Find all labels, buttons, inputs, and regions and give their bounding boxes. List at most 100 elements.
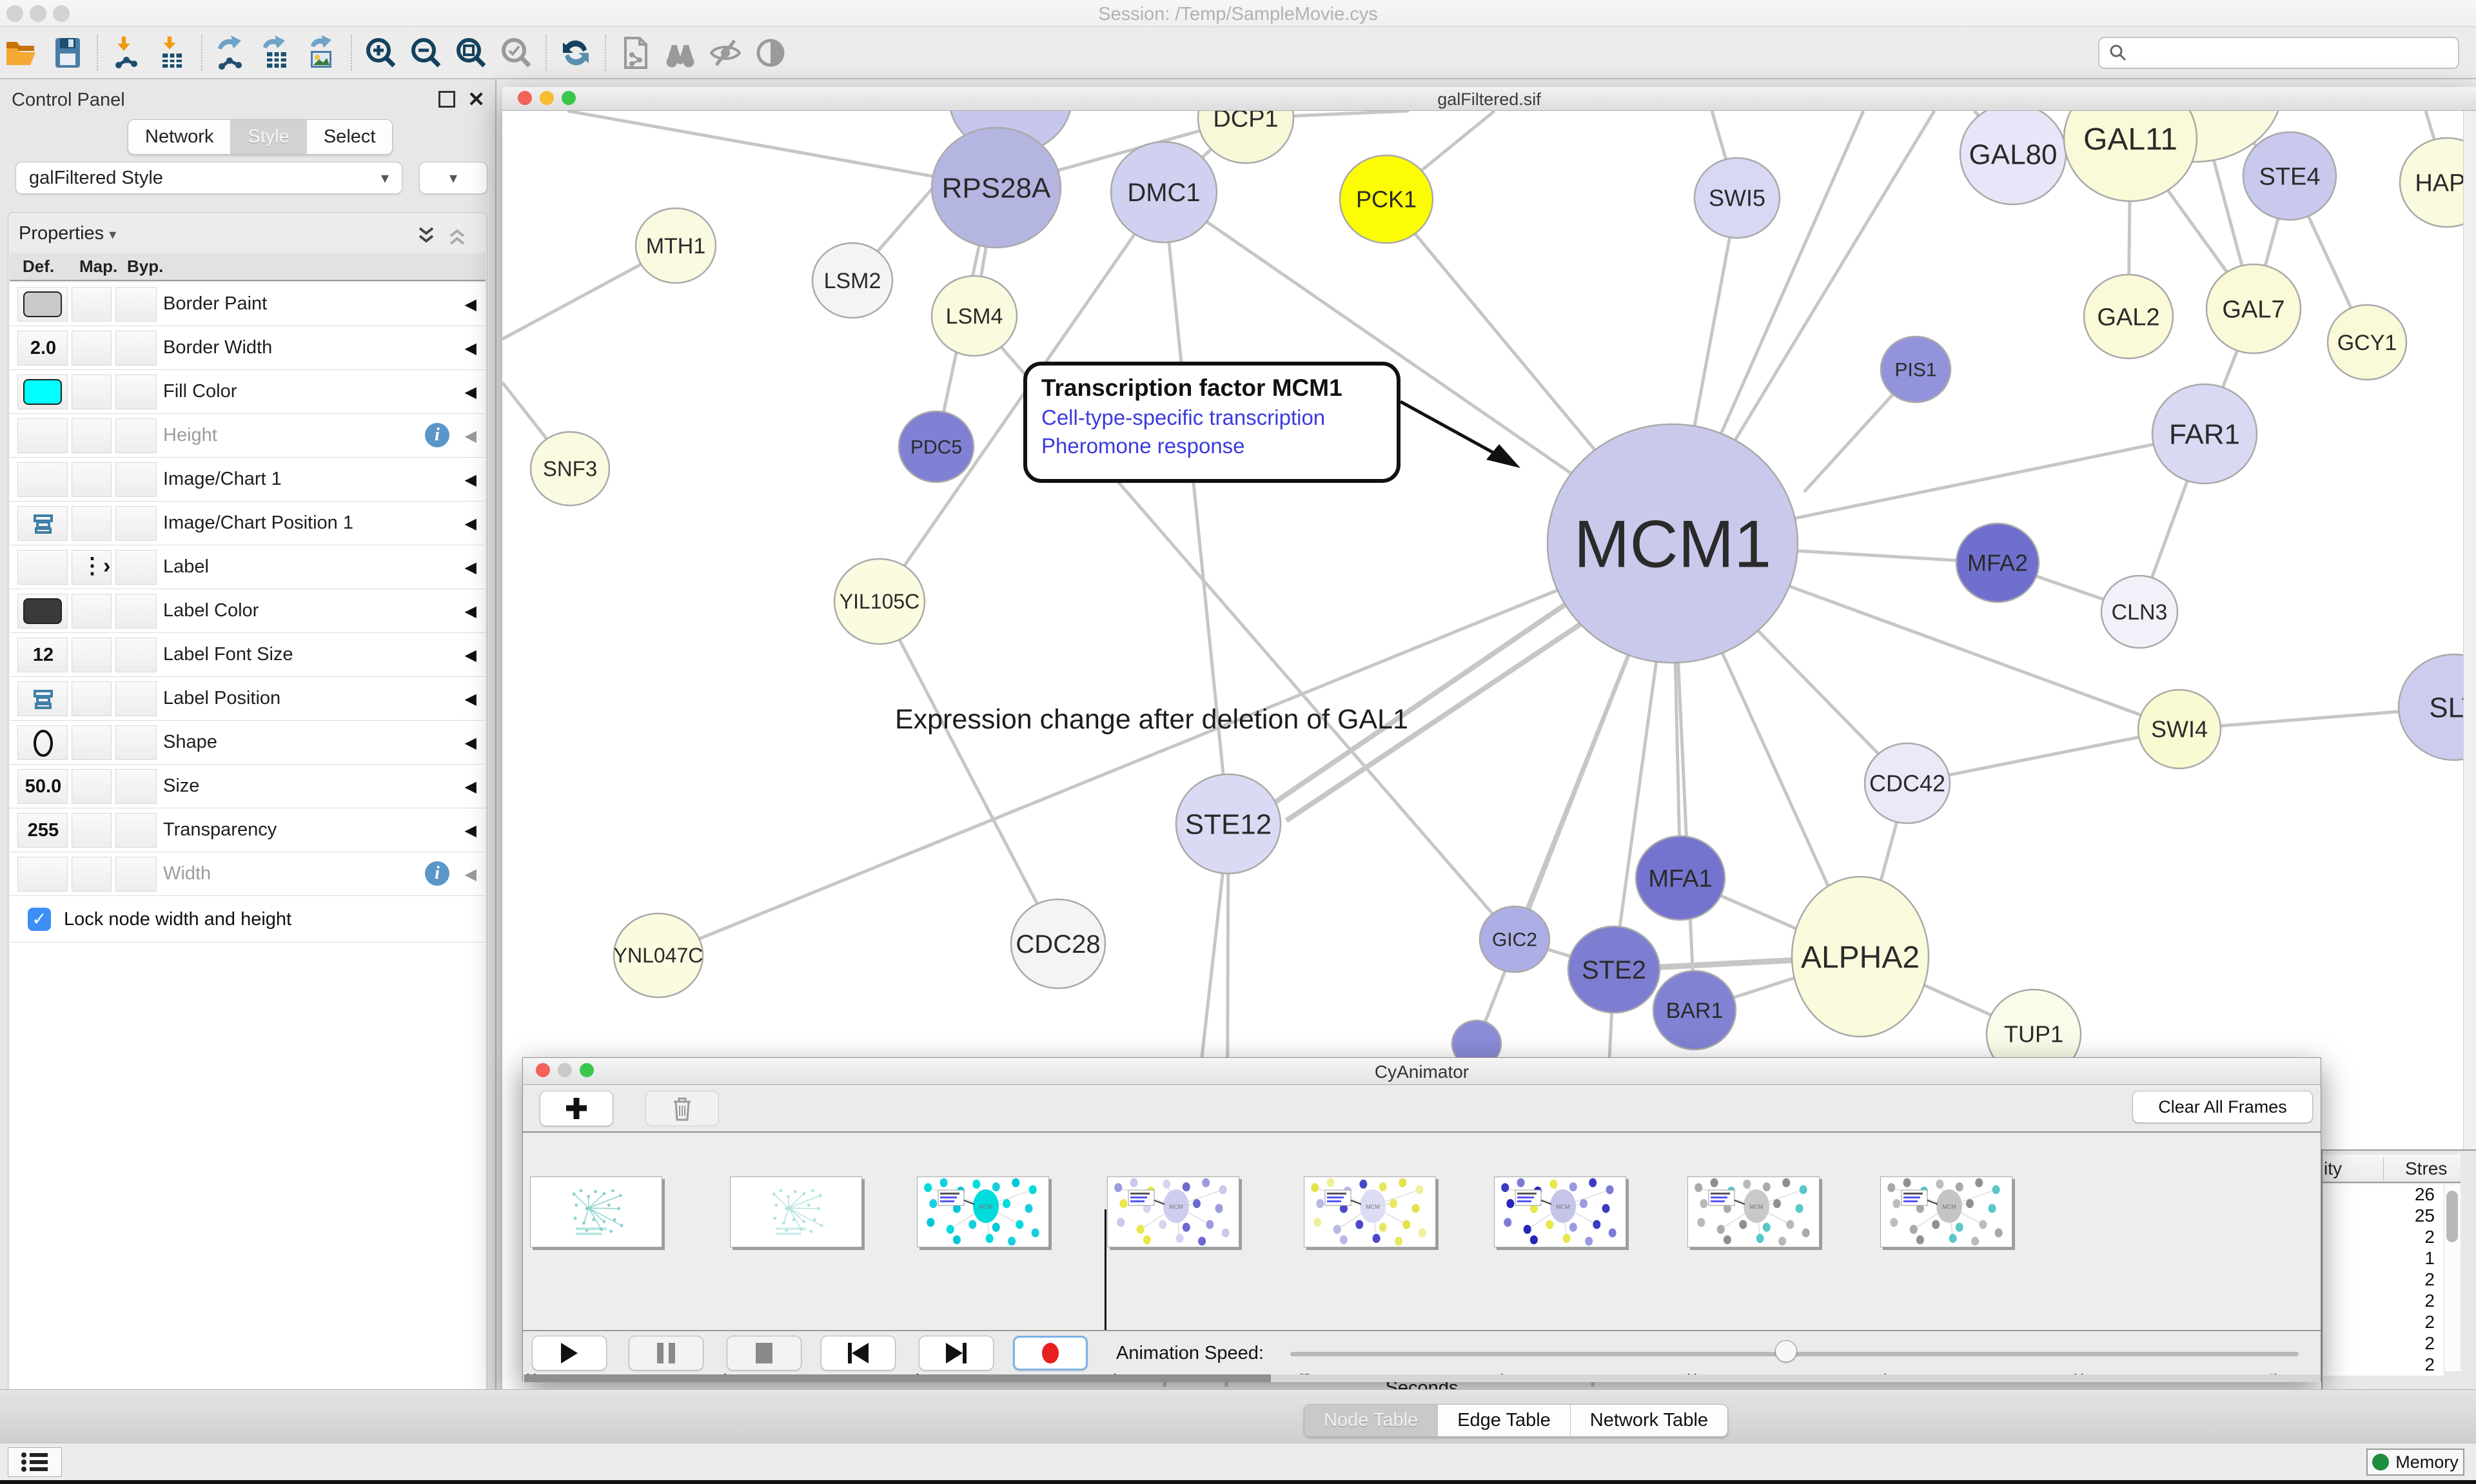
default-value-cell[interactable]: [17, 462, 68, 497]
scrollbar-thumb[interactable]: [2446, 1191, 2458, 1242]
bypass-cell[interactable]: [115, 375, 157, 409]
properties-header[interactable]: Properties ▾: [19, 223, 116, 244]
property-row-transparency[interactable]: 255Transparency◀: [10, 808, 486, 852]
mapping-cell[interactable]: [72, 813, 112, 848]
default-value-cell[interactable]: [17, 287, 68, 322]
float-panel-icon[interactable]: [438, 91, 455, 108]
import-table-icon[interactable]: [154, 35, 190, 71]
frame-thumbnail-2[interactable]: MCM: [917, 1176, 1049, 1247]
default-value-cell[interactable]: [17, 857, 68, 892]
mapping-cell[interactable]: [72, 725, 112, 760]
bypass-cell[interactable]: [115, 725, 157, 760]
bypass-cell[interactable]: [115, 813, 157, 848]
table-header-row[interactable]: ity Stres: [2323, 1155, 2461, 1183]
expand-row-icon[interactable]: ◀: [465, 821, 477, 840]
collapse-all-icon[interactable]: [446, 224, 469, 248]
mapping-cell[interactable]: [72, 418, 112, 453]
annotation-link-1[interactable]: Cell-type-specific transcription: [1041, 405, 1394, 430]
bypass-cell[interactable]: [115, 550, 157, 585]
table-cell[interactable]: 2: [2323, 1354, 2444, 1376]
bypass-cell[interactable]: [115, 418, 157, 453]
tab-network[interactable]: Network: [128, 120, 231, 154]
zoom-in-icon[interactable]: [363, 35, 399, 71]
expand-row-icon[interactable]: ◀: [465, 471, 477, 489]
close-panel-icon[interactable]: ✕: [467, 87, 485, 112]
network-edge[interactable]: [658, 543, 1673, 955]
property-row-height[interactable]: Heighti◀: [10, 414, 486, 458]
property-row-width[interactable]: Widthi◀: [10, 852, 486, 896]
tab-network-table[interactable]: Network Table: [1571, 1405, 1727, 1436]
open-folder-icon[interactable]: [5, 35, 41, 71]
mapping-cell[interactable]: [72, 462, 112, 497]
property-row-border-paint[interactable]: Border Paint◀: [10, 282, 486, 326]
mapping-cell[interactable]: [72, 594, 112, 629]
frame-thumbnail-6[interactable]: MCM: [1687, 1176, 1820, 1247]
frame-thumbnail-7[interactable]: MCM: [1880, 1176, 2012, 1247]
property-row-label-color[interactable]: Label Color◀: [10, 589, 486, 633]
export-image-icon[interactable]: [304, 35, 340, 71]
tab-select[interactable]: Select: [307, 120, 393, 154]
network-document-icon[interactable]: [617, 35, 653, 71]
import-network-icon[interactable]: [109, 35, 145, 71]
frame-thumbnail-0[interactable]: [530, 1176, 662, 1247]
tab-style[interactable]: Style: [231, 120, 306, 154]
expand-row-icon[interactable]: ◀: [465, 514, 477, 533]
expand-row-icon[interactable]: ◀: [465, 295, 477, 314]
binoculars-icon[interactable]: [662, 35, 698, 71]
property-row-label[interactable]: ⋮›Label◀: [10, 545, 486, 589]
expand-row-icon[interactable]: ◀: [465, 734, 477, 752]
annotation-box[interactable]: Transcription factor MCM1 Cell-type-spec…: [1023, 362, 1400, 483]
frame-thumbnail-4[interactable]: MCM: [1304, 1176, 1436, 1247]
export-table-icon[interactable]: [259, 35, 295, 71]
default-value-cell[interactable]: 12: [17, 638, 68, 672]
memory-button[interactable]: Memory: [2366, 1449, 2464, 1476]
network-scrollbar[interactable]: [2463, 111, 2476, 1172]
go-to-start-button[interactable]: [821, 1336, 896, 1371]
mapping-cell[interactable]: [72, 287, 112, 322]
tab-node-table[interactable]: Node Table: [1304, 1405, 1438, 1436]
export-network-icon[interactable]: [213, 35, 250, 71]
info-icon[interactable]: i: [425, 861, 449, 886]
mapping-cell[interactable]: [72, 375, 112, 409]
default-value-cell[interactable]: [17, 550, 68, 585]
default-value-cell[interactable]: [17, 418, 68, 453]
search-box[interactable]: [2098, 37, 2459, 69]
bypass-cell[interactable]: [115, 681, 157, 716]
style-dropdown[interactable]: galFiltered Style ▾: [15, 162, 402, 194]
property-row-shape[interactable]: Shape◀: [10, 721, 486, 765]
bypass-cell[interactable]: [115, 462, 157, 497]
network-edge[interactable]: [1275, 602, 1569, 802]
play-button[interactable]: [532, 1336, 607, 1371]
default-value-cell[interactable]: 50.0: [17, 769, 68, 804]
expand-row-icon[interactable]: ◀: [465, 558, 477, 577]
default-value-cell[interactable]: [17, 681, 68, 716]
table-scrollbar[interactable]: [2444, 1184, 2461, 1371]
bypass-cell[interactable]: [115, 857, 157, 892]
property-row-label-position[interactable]: Label Position◀: [10, 677, 486, 721]
timeline-scrollbar[interactable]: [523, 1374, 2321, 1382]
property-row-border-width[interactable]: 2.0Border Width◀: [10, 326, 486, 370]
checkbox-checked-icon[interactable]: ✓: [28, 908, 51, 931]
clear-all-frames-button[interactable]: Clear All Frames: [2132, 1091, 2313, 1123]
lock-size-row[interactable]: ✓ Lock node width and height: [10, 896, 486, 942]
table-cell[interactable]: 25: [2323, 1206, 2444, 1227]
default-value-cell[interactable]: [17, 506, 68, 541]
expand-row-icon[interactable]: ◀: [465, 383, 477, 402]
table-cell[interactable]: 2: [2323, 1269, 2444, 1291]
property-row-size[interactable]: 50.0Size◀: [10, 765, 486, 808]
table-cell[interactable]: 2: [2323, 1333, 2444, 1354]
zoom-out-icon[interactable]: [408, 35, 444, 71]
frame-thumbnail-1[interactable]: [730, 1176, 862, 1247]
expand-row-icon[interactable]: ◀: [465, 339, 477, 358]
expand-row-icon[interactable]: ◀: [465, 777, 477, 796]
default-value-cell[interactable]: [17, 594, 68, 629]
bypass-cell[interactable]: [115, 331, 157, 366]
bypass-cell[interactable]: [115, 638, 157, 672]
zoom-fit-icon[interactable]: [453, 35, 489, 71]
style-options-button[interactable]: ▾: [419, 162, 487, 194]
tab-edge-table[interactable]: Edge Table: [1438, 1405, 1571, 1436]
table-cell[interactable]: 1: [2323, 1248, 2444, 1269]
column-divider[interactable]: [2383, 1157, 2384, 1180]
save-icon[interactable]: [50, 35, 86, 71]
frame-thumbnail-5[interactable]: MCM: [1494, 1176, 1626, 1247]
